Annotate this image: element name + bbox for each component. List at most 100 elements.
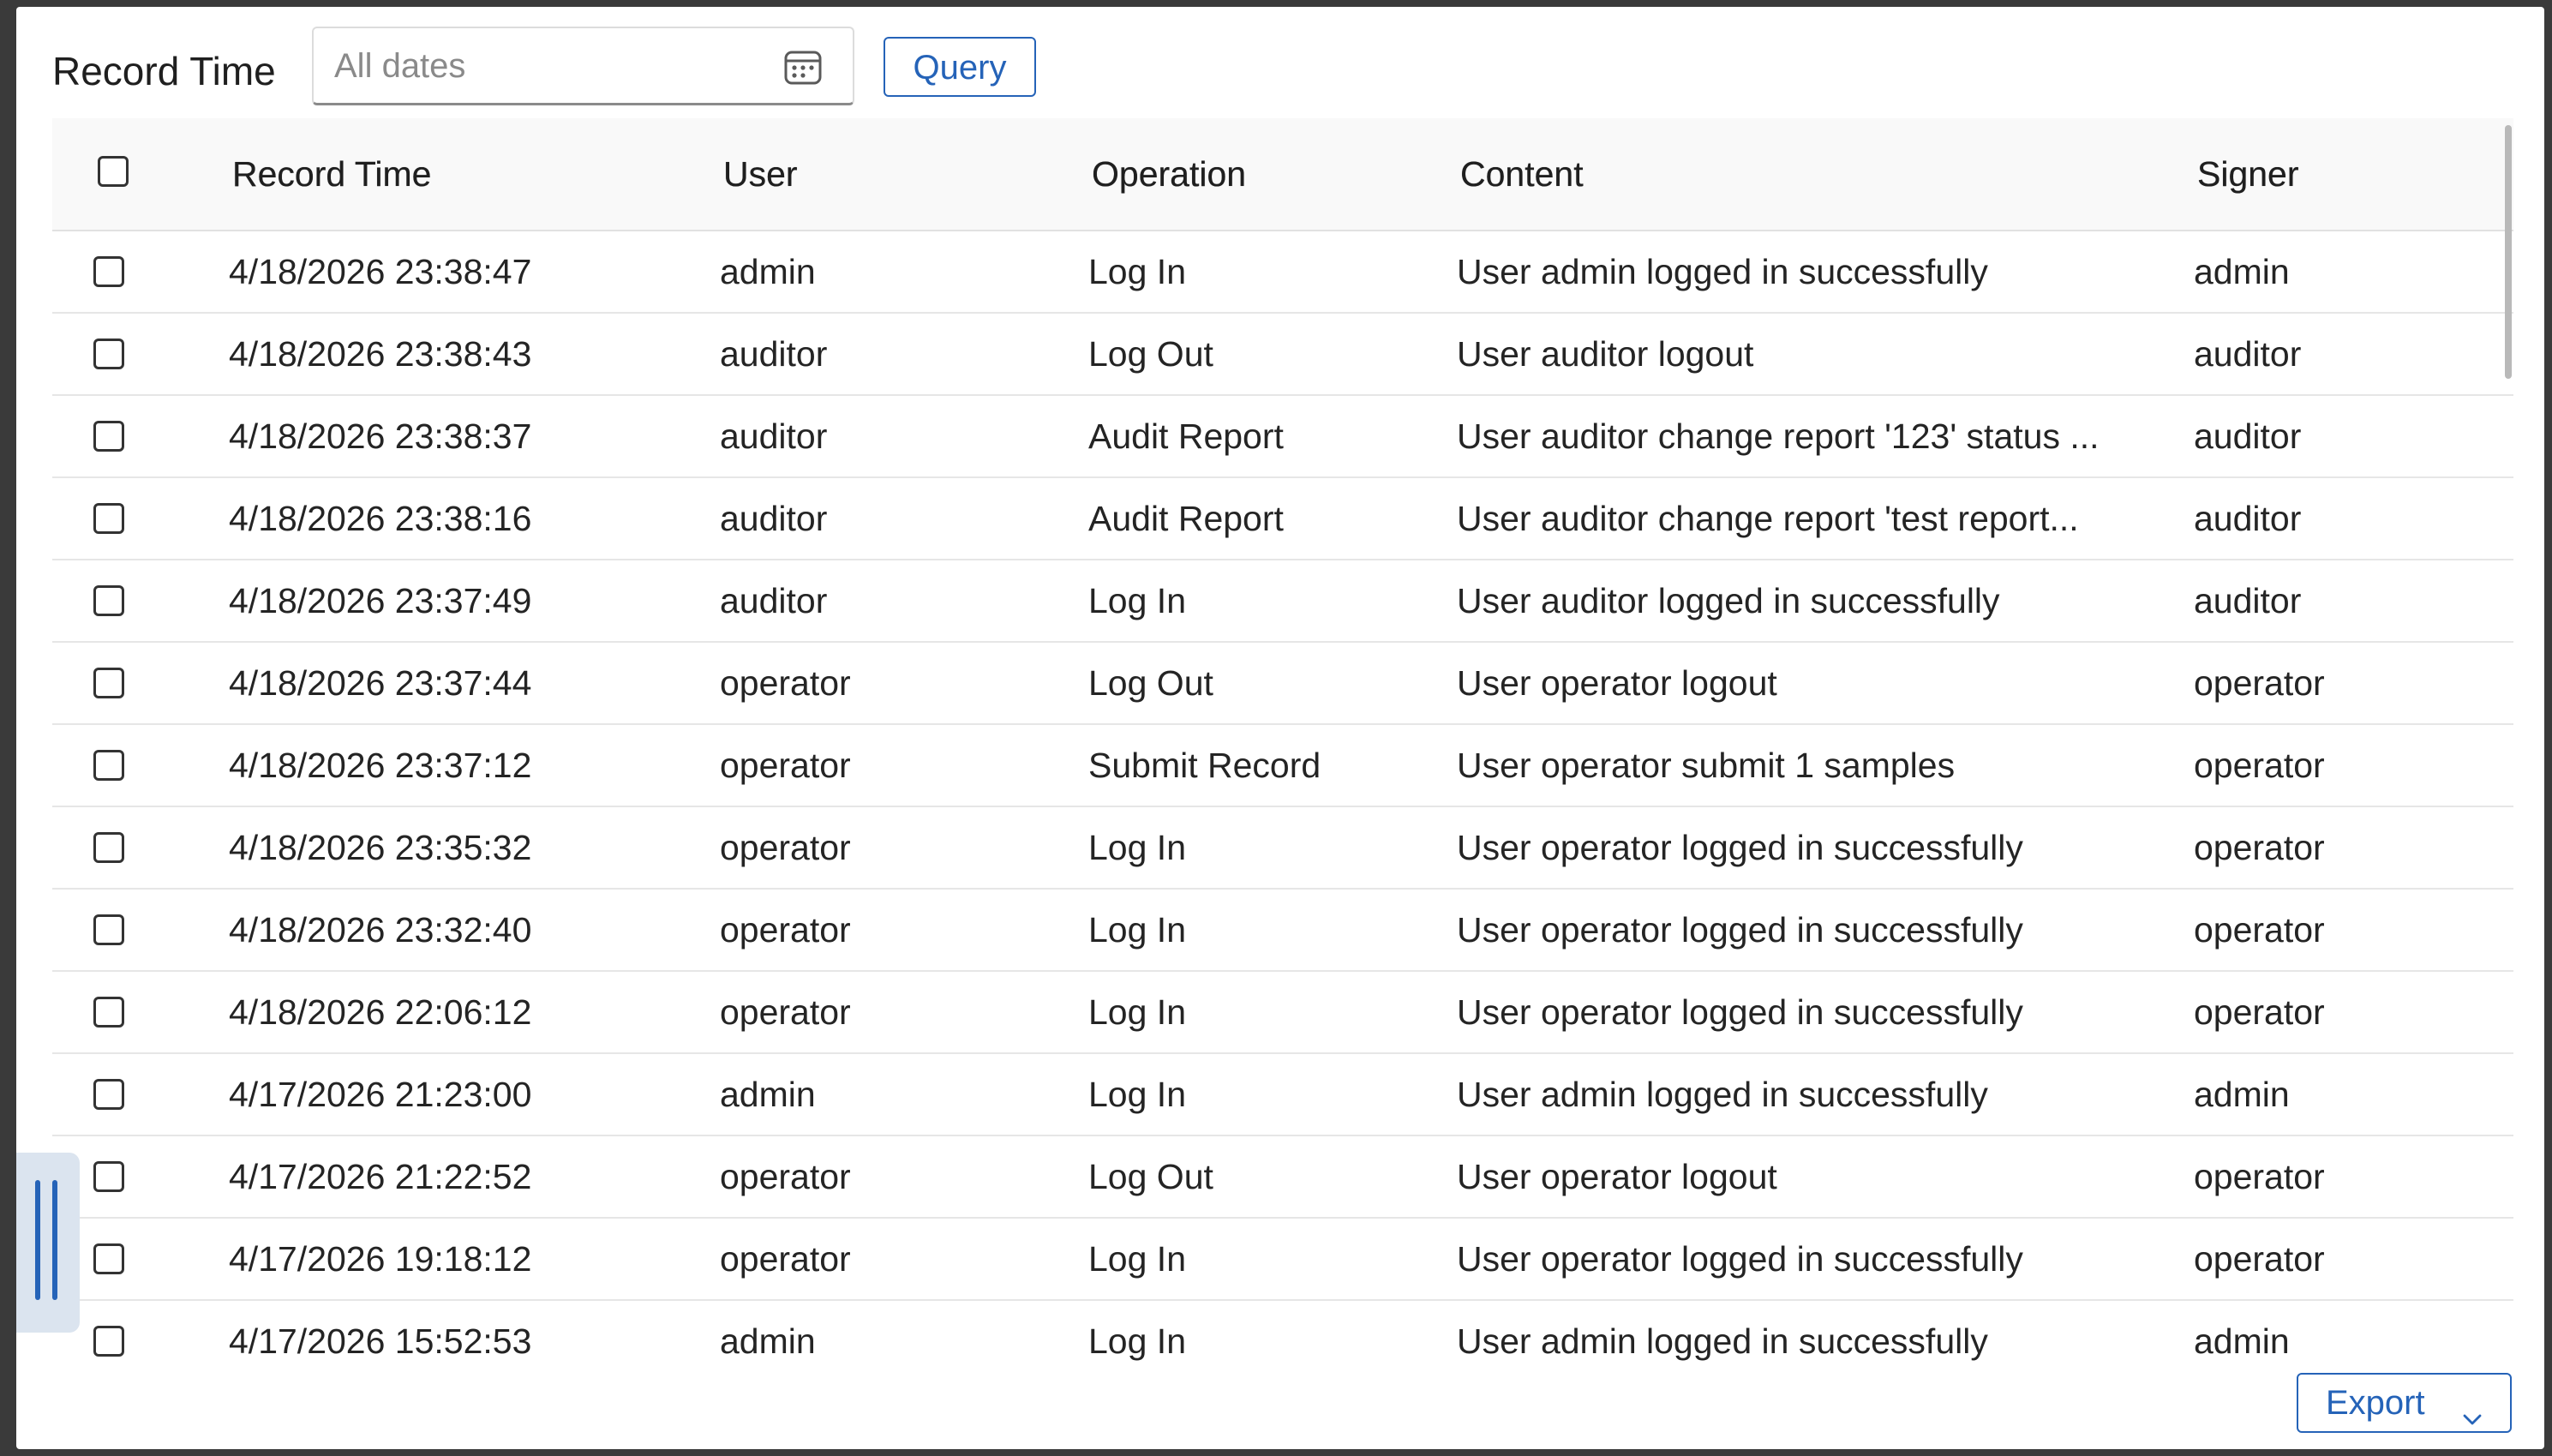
row-checkbox[interactable] xyxy=(93,503,124,534)
column-header-user[interactable]: User xyxy=(706,118,1075,231)
row-record-time: 4/18/2026 22:06:12 xyxy=(215,971,706,1054)
row-record-time: 4/18/2026 23:32:40 xyxy=(215,889,706,972)
date-range-input[interactable] xyxy=(334,42,763,90)
row-operation: Log In xyxy=(1075,1218,1443,1301)
row-record-time: 4/18/2026 23:37:49 xyxy=(215,560,706,643)
row-checkbox[interactable] xyxy=(93,914,124,945)
row-checkbox[interactable] xyxy=(93,1243,124,1274)
export-button[interactable]: Export xyxy=(2297,1373,2512,1433)
table-row[interactable]: 4/17/2026 15:52:53 admin Log In User admin … xyxy=(52,1300,2513,1369)
row-signer: operator xyxy=(2180,1135,2513,1219)
row-content: User admin logged in successfully xyxy=(1443,1300,2180,1369)
row-select-cell xyxy=(52,313,215,396)
row-content: User operator logged in successfully xyxy=(1443,1218,2180,1301)
row-content: User auditor change report '123' status … xyxy=(1443,395,2180,478)
column-header-content[interactable]: Content xyxy=(1443,118,2180,231)
row-user: auditor xyxy=(706,395,1075,478)
table-row[interactable]: 4/18/2026 23:37:49 auditor Log In User audi… xyxy=(52,560,2513,643)
row-checkbox[interactable] xyxy=(93,339,124,369)
row-operation: Log In xyxy=(1075,889,1443,972)
select-all-cell xyxy=(52,118,215,231)
query-button[interactable]: Query xyxy=(884,37,1036,97)
row-content: User admin logged in successfully xyxy=(1443,231,2180,314)
row-select-cell xyxy=(52,889,215,972)
table-body: 4/18/2026 23:38:47 admin Log In User admin … xyxy=(52,231,2513,1369)
row-signer: admin xyxy=(2180,231,2513,314)
row-content: User admin logged in successfully xyxy=(1443,1053,2180,1136)
audit-log-table: Record Time User Operation Content Signe… xyxy=(52,118,2513,1369)
row-content: User operator logout xyxy=(1443,1135,2180,1219)
table-row[interactable]: 4/17/2026 21:22:52 operator Log Out User op… xyxy=(52,1135,2513,1219)
row-record-time: 4/18/2026 23:38:37 xyxy=(215,395,706,478)
row-operation: Log In xyxy=(1075,1300,1443,1369)
row-content: User auditor logged in successfully xyxy=(1443,560,2180,643)
table-row[interactable]: 4/18/2026 23:38:43 auditor Log Out User aud… xyxy=(52,313,2513,396)
row-operation: Log In xyxy=(1075,560,1443,643)
row-user: admin xyxy=(706,1053,1075,1136)
row-signer: auditor xyxy=(2180,560,2513,643)
row-operation: Log In xyxy=(1075,806,1443,890)
row-record-time: 4/18/2026 23:38:16 xyxy=(215,477,706,560)
table-header-row: Record Time User Operation Content Signe… xyxy=(52,118,2513,231)
row-record-time: 4/17/2026 19:18:12 xyxy=(215,1218,706,1301)
table-row[interactable]: 4/18/2026 23:32:40 operator Log In User ope… xyxy=(52,889,2513,972)
row-record-time: 4/17/2026 21:22:52 xyxy=(215,1135,706,1219)
row-record-time: 4/17/2026 15:52:53 xyxy=(215,1300,706,1369)
row-signer: auditor xyxy=(2180,313,2513,396)
date-range-picker[interactable] xyxy=(312,27,854,105)
row-record-time: 4/18/2026 23:37:44 xyxy=(215,642,706,725)
row-operation: Log Out xyxy=(1075,642,1443,725)
row-checkbox[interactable] xyxy=(93,997,124,1028)
export-button-label: Export xyxy=(2326,1384,2425,1422)
record-time-filter-label: Record Time xyxy=(52,49,276,93)
row-content: User operator logged in successfully xyxy=(1443,806,2180,890)
row-operation: Log Out xyxy=(1075,1135,1443,1219)
row-user: operator xyxy=(706,642,1075,725)
table-row[interactable]: 4/17/2026 21:23:00 admin Log In User admin … xyxy=(52,1053,2513,1136)
column-header-record-time[interactable]: Record Time xyxy=(215,118,706,231)
table-row[interactable]: 4/18/2026 23:37:12 operator Submit Record U… xyxy=(52,724,2513,807)
row-content: User operator submit 1 samples xyxy=(1443,724,2180,807)
row-operation: Submit Record xyxy=(1075,724,1443,807)
row-select-cell xyxy=(52,642,215,725)
calendar-icon[interactable] xyxy=(782,47,824,88)
row-operation: Audit Report xyxy=(1075,395,1443,478)
table-row[interactable]: 4/18/2026 22:06:12 operator Log In User ope… xyxy=(52,971,2513,1054)
row-operation: Log In xyxy=(1075,1053,1443,1136)
table-row[interactable]: 4/17/2026 19:18:12 operator Log In User ope… xyxy=(52,1218,2513,1301)
row-checkbox[interactable] xyxy=(93,421,124,452)
column-header-signer[interactable]: Signer xyxy=(2180,118,2513,231)
row-checkbox[interactable] xyxy=(93,750,124,781)
row-content: User operator logged in successfully xyxy=(1443,971,2180,1054)
row-checkbox[interactable] xyxy=(93,668,124,698)
row-checkbox[interactable] xyxy=(93,585,124,616)
row-user: auditor xyxy=(706,560,1075,643)
row-checkbox[interactable] xyxy=(93,1079,124,1110)
row-checkbox[interactable] xyxy=(93,1161,124,1192)
table-row[interactable]: 4/18/2026 23:38:47 admin Log In User admin … xyxy=(52,231,2513,314)
row-checkbox[interactable] xyxy=(93,832,124,863)
row-operation: Log In xyxy=(1075,971,1443,1054)
row-record-time: 4/17/2026 21:23:00 xyxy=(215,1053,706,1136)
table-row[interactable]: 4/18/2026 23:38:37 auditor Audit Report Use… xyxy=(52,395,2513,478)
row-checkbox[interactable] xyxy=(93,1326,124,1357)
row-operation: Audit Report xyxy=(1075,477,1443,560)
row-checkbox[interactable] xyxy=(93,256,124,287)
row-content: User operator logged in successfully xyxy=(1443,889,2180,972)
vertical-scrollbar[interactable] xyxy=(2505,125,2512,379)
row-user: admin xyxy=(706,231,1075,314)
table-row[interactable]: 4/18/2026 23:37:44 operator Log Out User op… xyxy=(52,642,2513,725)
select-all-checkbox[interactable] xyxy=(98,156,129,187)
column-header-operation[interactable]: Operation xyxy=(1075,118,1443,231)
chevron-down-icon xyxy=(2460,1392,2484,1425)
row-signer: operator xyxy=(2180,724,2513,807)
row-select-cell xyxy=(52,971,215,1054)
row-select-cell xyxy=(52,724,215,807)
row-signer: operator xyxy=(2180,1218,2513,1301)
table-row[interactable]: 4/18/2026 23:35:32 operator Log In User ope… xyxy=(52,806,2513,890)
drag-handle-icon[interactable] xyxy=(16,1153,80,1333)
row-user: operator xyxy=(706,806,1075,890)
row-content: User auditor change report 'test report.… xyxy=(1443,477,2180,560)
row-signer: operator xyxy=(2180,806,2513,890)
table-row[interactable]: 4/18/2026 23:38:16 auditor Audit Report Use… xyxy=(52,477,2513,560)
